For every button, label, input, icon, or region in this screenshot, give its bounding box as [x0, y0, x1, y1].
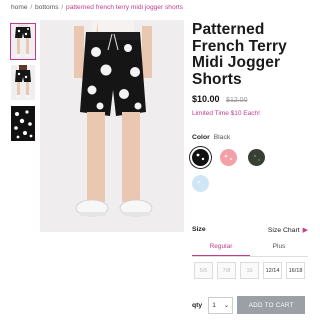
chevron-down-icon: ⌄ [223, 302, 230, 309]
swatch-black[interactable] [192, 149, 209, 166]
play-arrow-icon: ▶ [302, 227, 308, 234]
thumbnail-front-image [15, 24, 31, 57]
thumbnail-flatlay[interactable] [11, 106, 35, 141]
size-chart-label: Size Chart [267, 226, 300, 234]
breadcrumb: home / bottoms / patterned french terry … [11, 4, 183, 11]
swatch-light-blue-pattern [197, 180, 201, 184]
size-option-7-8[interactable]: 7/8 [217, 262, 236, 279]
product-info: Patterned French Terry Midi Jogger Short… [192, 21, 312, 201]
thumbnail-back[interactable] [11, 65, 35, 100]
breadcrumb-home-link[interactable]: home [11, 4, 28, 11]
model-photo [40, 20, 184, 232]
swatch-pink[interactable] [220, 149, 237, 166]
qty-select[interactable]: 1 ⌄ [208, 296, 234, 314]
size-chart-link[interactable]: Size Chart ▶ [267, 226, 308, 235]
size-header: Size Size Chart ▶ [192, 226, 308, 234]
breadcrumb-current: patterned french terry midi jogger short… [66, 4, 183, 11]
size-label: Size [192, 226, 206, 233]
color-selector: Color Black [192, 134, 312, 141]
price-row: $10.00 $12.00 [192, 94, 312, 104]
qty-value: 1 [212, 301, 216, 309]
color-label: Color [192, 134, 210, 141]
thumbnail-flatlay-image [14, 110, 33, 139]
breadcrumb-separator: / [61, 4, 64, 11]
size-options: 5/6 7/8 10 12/14 16/18 [194, 262, 309, 279]
qty-label: qty [192, 301, 203, 309]
original-price: $12.00 [226, 97, 248, 104]
size-option-10[interactable]: 10 [240, 262, 259, 279]
tab-plus[interactable]: Plus [250, 240, 308, 256]
size-option-5-6[interactable]: 5/6 [194, 262, 213, 279]
add-to-cart-button[interactable]: ADD TO CART [237, 296, 306, 314]
breadcrumb-separator: / [30, 4, 33, 11]
current-price: $10.00 [192, 94, 220, 104]
thumbnail-list [10, 23, 36, 147]
thumbnail-back-image [15, 65, 31, 98]
size-option-12-14[interactable]: 12/14 [263, 262, 282, 279]
color-selected-value: Black [213, 134, 231, 141]
promo-text: Limited Time $10 Each! [192, 110, 260, 117]
tab-regular[interactable]: Regular [192, 240, 250, 256]
size-tabs: Regular Plus [192, 240, 308, 257]
swatch-pink-pattern [224, 154, 233, 161]
size-option-16-18[interactable]: 16/18 [286, 262, 305, 279]
product-title: Patterned French Terry Midi Jogger Short… [192, 21, 287, 88]
color-swatches [192, 149, 292, 201]
swatch-light-blue[interactable] [192, 175, 209, 192]
swatch-olive[interactable] [248, 149, 265, 166]
breadcrumb-bottoms-link[interactable]: bottoms [35, 4, 58, 11]
swatch-olive-pattern [253, 154, 260, 161]
thumbnail-front[interactable] [10, 23, 36, 60]
swatch-black-pattern [196, 153, 205, 161]
product-main-image[interactable] [40, 20, 184, 232]
quantity-row: qty 1 ⌄ ADD TO CART [192, 296, 306, 314]
